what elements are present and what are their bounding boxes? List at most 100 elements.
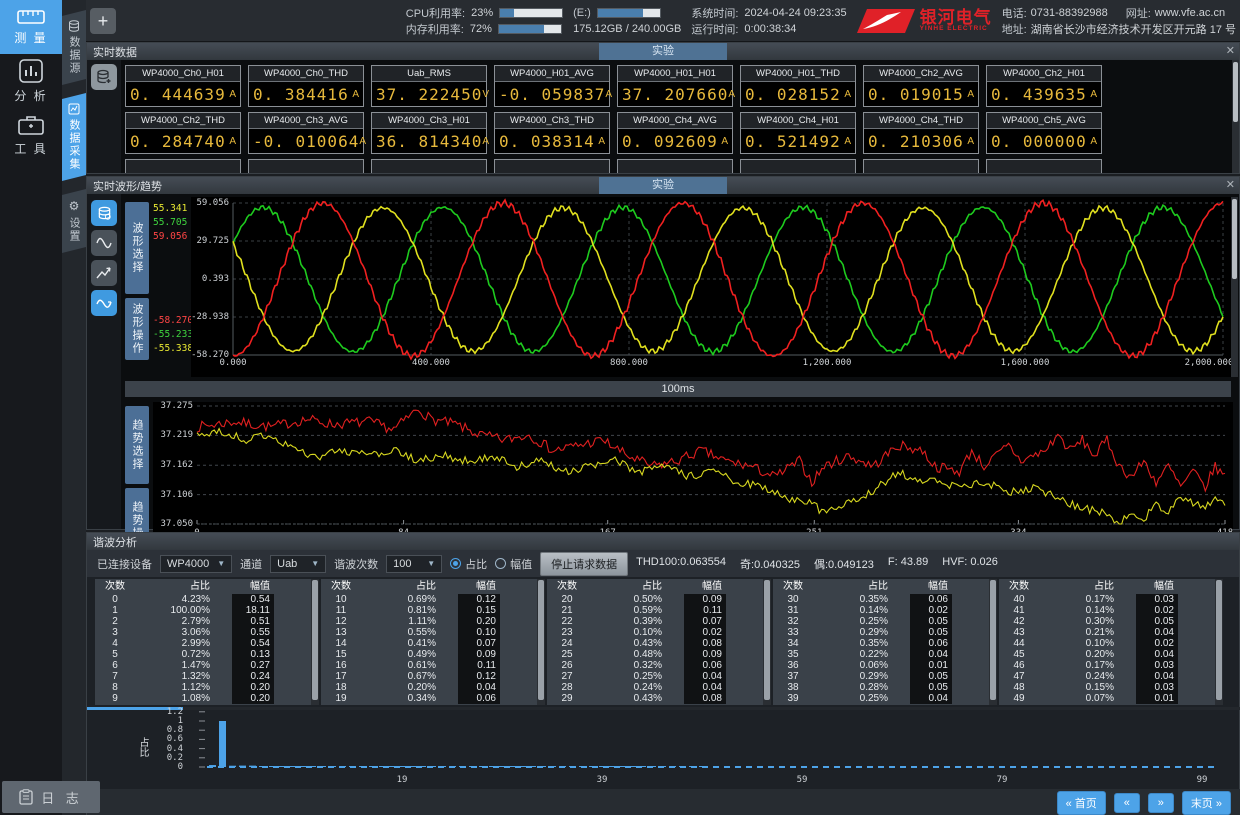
harmonic-row[interactable]: 460.17%0.03 xyxy=(999,660,1215,671)
harmonic-row[interactable]: 340.35%0.06 xyxy=(773,638,989,649)
measurement-card[interactable]: WP4000_Ch3_H0136. 814340A xyxy=(371,112,487,154)
harmonic-row[interactable]: 440.10%0.02 xyxy=(999,638,1215,649)
harmonic-row[interactable]: 71.32%0.24 xyxy=(95,671,311,682)
close-icon[interactable]: ✕ xyxy=(1226,178,1235,191)
experiment-tab[interactable]: 实验 xyxy=(599,177,727,194)
harmonic-row[interactable]: 320.25%0.05 xyxy=(773,616,989,627)
harmonic-row[interactable]: 260.32%0.06 xyxy=(547,660,763,671)
harmonic-row[interactable]: 170.67%0.12 xyxy=(321,671,537,682)
harmonic-row[interactable]: 140.41%0.07 xyxy=(321,638,537,649)
measurement-card[interactable]: WP4000_Ch3_THD0. 038314A xyxy=(494,112,610,154)
harmonic-row[interactable]: 360.06%0.01 xyxy=(773,660,989,671)
subtab-settings[interactable]: ⚙ 设置 xyxy=(62,189,86,253)
measurement-card[interactable] xyxy=(617,159,733,174)
measurement-card[interactable]: WP4000_H01_H0137. 207660A xyxy=(617,65,733,107)
harmonic-row[interactable]: 04.23%0.54 xyxy=(95,594,311,605)
scrollbar-thumb[interactable] xyxy=(312,580,318,700)
harmonic-row[interactable]: 490.07%0.01 xyxy=(999,693,1215,704)
harmonic-row[interactable]: 450.20%0.04 xyxy=(999,649,1215,660)
measurement-card[interactable] xyxy=(986,159,1102,174)
measurement-card[interactable]: WP4000_Ch5_AVG0. 000000A xyxy=(986,112,1102,154)
harmonic-row[interactable]: 61.47%0.27 xyxy=(95,660,311,671)
measurement-card[interactable]: WP4000_Ch2_THD0. 284740A xyxy=(125,112,241,154)
harmonic-row[interactable]: 430.21%0.04 xyxy=(999,627,1215,638)
stop-request-button[interactable]: 停止请求数据 xyxy=(540,552,628,576)
harmonic-row[interactable]: 270.25%0.04 xyxy=(547,671,763,682)
wave-select-button[interactable]: 波形选择 xyxy=(125,202,149,294)
harmonic-row[interactable]: 210.59%0.11 xyxy=(547,605,763,616)
measurement-card[interactable]: Uab_RMS37. 222450V xyxy=(371,65,487,107)
measurement-card[interactable] xyxy=(863,159,979,174)
data-source-button[interactable] xyxy=(91,200,117,226)
harmonic-row[interactable]: 250.48%0.09 xyxy=(547,649,763,660)
measurement-card[interactable]: WP4000_Ch3_AVG-0. 010064A xyxy=(248,112,364,154)
harmonic-row[interactable]: 150.49%0.09 xyxy=(321,649,537,660)
harmonic-row[interactable]: 350.22%0.04 xyxy=(773,649,989,660)
measurement-card[interactable]: WP4000_Ch4_AVG0. 092609A xyxy=(617,112,733,154)
harmonic-row[interactable]: 410.14%0.02 xyxy=(999,605,1215,616)
measurement-card[interactable]: WP4000_Ch2_H010. 439635A xyxy=(986,65,1102,107)
log-button[interactable]: 日 志 xyxy=(2,781,100,813)
experiment-tab[interactable]: 实验 xyxy=(599,43,727,60)
waveform-plot[interactable] xyxy=(191,197,1233,377)
last-page-button[interactable]: 末页 » xyxy=(1182,791,1231,815)
measurement-card[interactable]: WP4000_Ch0_H010. 444639A xyxy=(125,65,241,107)
order-select[interactable]: 100▼ xyxy=(386,555,442,573)
harmonic-row[interactable]: 100.69%0.12 xyxy=(321,594,537,605)
harmonic-row[interactable]: 190.34%0.06 xyxy=(321,693,537,704)
harmonic-row[interactable]: 81.12%0.20 xyxy=(95,682,311,693)
measurement-card[interactable] xyxy=(248,159,364,174)
wave-operate-button[interactable]: 波形操作 xyxy=(125,298,149,360)
add-tab-button[interactable]: + xyxy=(90,8,116,34)
wave-scrollbar[interactable] xyxy=(1231,197,1238,377)
harmonic-row[interactable]: 110.81%0.15 xyxy=(321,605,537,616)
close-icon[interactable]: ✕ xyxy=(1226,44,1235,57)
harmonic-row[interactable]: 280.24%0.04 xyxy=(547,682,763,693)
harmonic-row[interactable]: 130.55%0.10 xyxy=(321,627,537,638)
trend-view-button[interactable] xyxy=(91,260,117,286)
harmonic-row[interactable]: 470.24%0.04 xyxy=(999,671,1215,682)
harmonic-row[interactable]: 1100.00%18.11 xyxy=(95,605,311,616)
harmonic-row[interactable]: 240.43%0.08 xyxy=(547,638,763,649)
harmonic-row[interactable]: 370.29%0.05 xyxy=(773,671,989,682)
measurement-card[interactable]: WP4000_Ch4_H010. 521492A xyxy=(740,112,856,154)
measurement-card[interactable] xyxy=(371,159,487,174)
harmonic-row[interactable]: 160.61%0.11 xyxy=(321,660,537,671)
measurement-card[interactable] xyxy=(494,159,610,174)
harmonic-row[interactable]: 330.29%0.05 xyxy=(773,627,989,638)
radio-amplitude[interactable]: 幅值 xyxy=(495,556,532,572)
sidebar-item-measure[interactable]: 测 量 xyxy=(0,0,62,54)
device-select[interactable]: WP4000▼ xyxy=(160,555,232,573)
harmonic-row[interactable]: 22.79%0.51 xyxy=(95,616,311,627)
table-scrollbar[interactable] xyxy=(537,579,545,705)
measurement-card[interactable] xyxy=(740,159,856,174)
sidebar-item-analyze[interactable]: 分 析 xyxy=(0,54,62,108)
trend-select-button[interactable]: 趋势选择 xyxy=(125,406,149,484)
harmonic-row[interactable]: 480.15%0.03 xyxy=(999,682,1215,693)
harmonic-row[interactable]: 400.17%0.03 xyxy=(999,594,1215,605)
first-page-button[interactable]: « 首页 xyxy=(1057,791,1106,815)
subtab-data-acquisition[interactable]: 数据采集 xyxy=(62,93,86,181)
measurement-card[interactable]: WP4000_Ch0_THD0. 384416A xyxy=(248,65,364,107)
trend-plot[interactable] xyxy=(153,402,1233,544)
harmonic-row[interactable]: 290.43%0.08 xyxy=(547,693,763,704)
table-scrollbar[interactable] xyxy=(311,579,319,705)
table-scrollbar[interactable] xyxy=(1215,579,1223,705)
scrollbar-thumb[interactable] xyxy=(1216,580,1222,700)
sine-view-button[interactable] xyxy=(91,230,117,256)
harmonic-row[interactable]: 380.28%0.05 xyxy=(773,682,989,693)
harmonic-row[interactable]: 230.10%0.02 xyxy=(547,627,763,638)
harmonic-hscrollbar[interactable] xyxy=(87,707,1240,710)
realtime-scrollbar[interactable] xyxy=(1232,60,1239,173)
measurement-card[interactable]: WP4000_Ch4_THD0. 210306A xyxy=(863,112,979,154)
bar-chart-plot[interactable] xyxy=(199,711,1219,773)
harmonic-row[interactable]: 310.14%0.02 xyxy=(773,605,989,616)
harmonic-row[interactable]: 33.06%0.55 xyxy=(95,627,311,638)
scrollbar-thumb[interactable] xyxy=(764,580,770,700)
scrollbar-thumb[interactable] xyxy=(990,580,996,700)
scrollbar-thumb[interactable] xyxy=(538,580,544,700)
harmonic-row[interactable]: 390.25%0.04 xyxy=(773,693,989,704)
harmonic-row[interactable]: 180.20%0.04 xyxy=(321,682,537,693)
measurement-card[interactable]: WP4000_H01_AVG-0. 059837A xyxy=(494,65,610,107)
harmonic-row[interactable]: 220.39%0.07 xyxy=(547,616,763,627)
